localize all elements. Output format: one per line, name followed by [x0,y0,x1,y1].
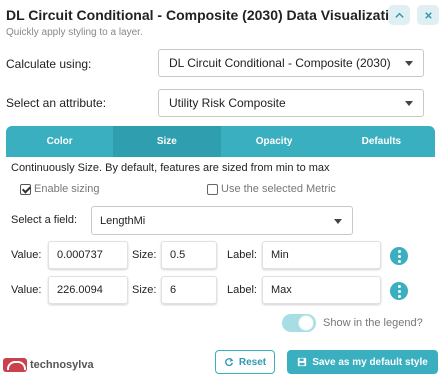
max-size-input[interactable]: 6 [161,276,217,304]
more-vertical-icon [397,249,401,253]
reset-button[interactable]: Reset [215,350,275,374]
page-subtitle: Quickly apply styling to a layer. [6,27,143,38]
toggle-knob [298,315,314,331]
close-icon [424,11,432,19]
size-label: Size: [132,249,157,261]
tab-defaults[interactable]: Defaults [328,126,435,157]
tab-opacity[interactable]: Opacity [221,126,328,157]
style-tabs: Color Size Opacity Defaults [6,126,435,157]
min-size-input[interactable]: 0.5 [161,241,217,269]
show-in-legend-label: Show in the legend? [323,317,423,329]
save-default-style-button[interactable]: Save as my default style [287,350,438,374]
chevron-down-icon [405,61,413,66]
tab-size[interactable]: Size [113,126,221,157]
max-label-input[interactable]: Max [262,276,381,304]
collapse-button[interactable] [388,5,410,25]
chevron-up-icon [394,12,404,18]
calculate-using-select[interactable]: DL Circuit Conditional - Composite (2030… [158,49,424,77]
close-button[interactable] [417,5,439,25]
calculate-using-label: Calculate using: [6,57,92,71]
logo-icon [3,358,27,372]
field-value: LengthMi [100,214,146,227]
max-value-input[interactable]: 226.0094 [48,276,128,304]
attribute-value: Utility Risk Composite [169,96,286,110]
more-vertical-icon [397,284,401,288]
chevron-down-icon [405,101,413,106]
more-options-button[interactable] [390,247,408,265]
save-icon [298,357,307,367]
size-label: Size: [132,284,157,296]
save-label: Save as my default style [312,356,428,368]
checkbox-checked-icon [20,183,31,195]
enable-sizing-label: Enable sizing [34,183,100,195]
field-select[interactable]: LengthMi [91,206,353,235]
panel-header: DL Circuit Conditional - Composite (2030… [0,0,441,44]
enable-sizing-checkbox[interactable]: Enable sizing [20,183,99,195]
value-label: Value: [11,249,42,261]
checkbox-unchecked-icon [207,183,218,195]
select-field-label: Select a field: [11,214,78,226]
size-description: Continuously Size. By default, features … [11,162,330,174]
min-value-input[interactable]: 0.000737 [48,241,128,269]
size-panel: Continuously Size. By default, features … [6,157,435,375]
chevron-down-icon [334,219,342,224]
logo-text: technosylva [30,359,94,371]
tab-color[interactable]: Color [6,126,113,157]
min-label-input[interactable]: Min [262,241,381,269]
page-title: DL Circuit Conditional - Composite (2030… [6,7,407,23]
label-label: Label: [227,249,257,261]
use-metric-label: Use the selected Metric [221,183,336,195]
label-label: Label: [227,284,257,296]
reset-icon [224,357,234,367]
technosylva-logo: technosylva [3,358,94,372]
value-label: Value: [11,284,42,296]
select-attribute-label: Select an attribute: [6,96,107,110]
reset-label: Reset [238,356,267,368]
calculate-using-value: DL Circuit Conditional - Composite (2030… [169,56,391,70]
show-in-legend-toggle[interactable] [282,314,316,332]
attribute-select[interactable]: Utility Risk Composite [158,89,424,117]
more-options-button[interactable] [390,282,408,300]
use-metric-checkbox[interactable]: Use the selected Metric [207,183,336,195]
